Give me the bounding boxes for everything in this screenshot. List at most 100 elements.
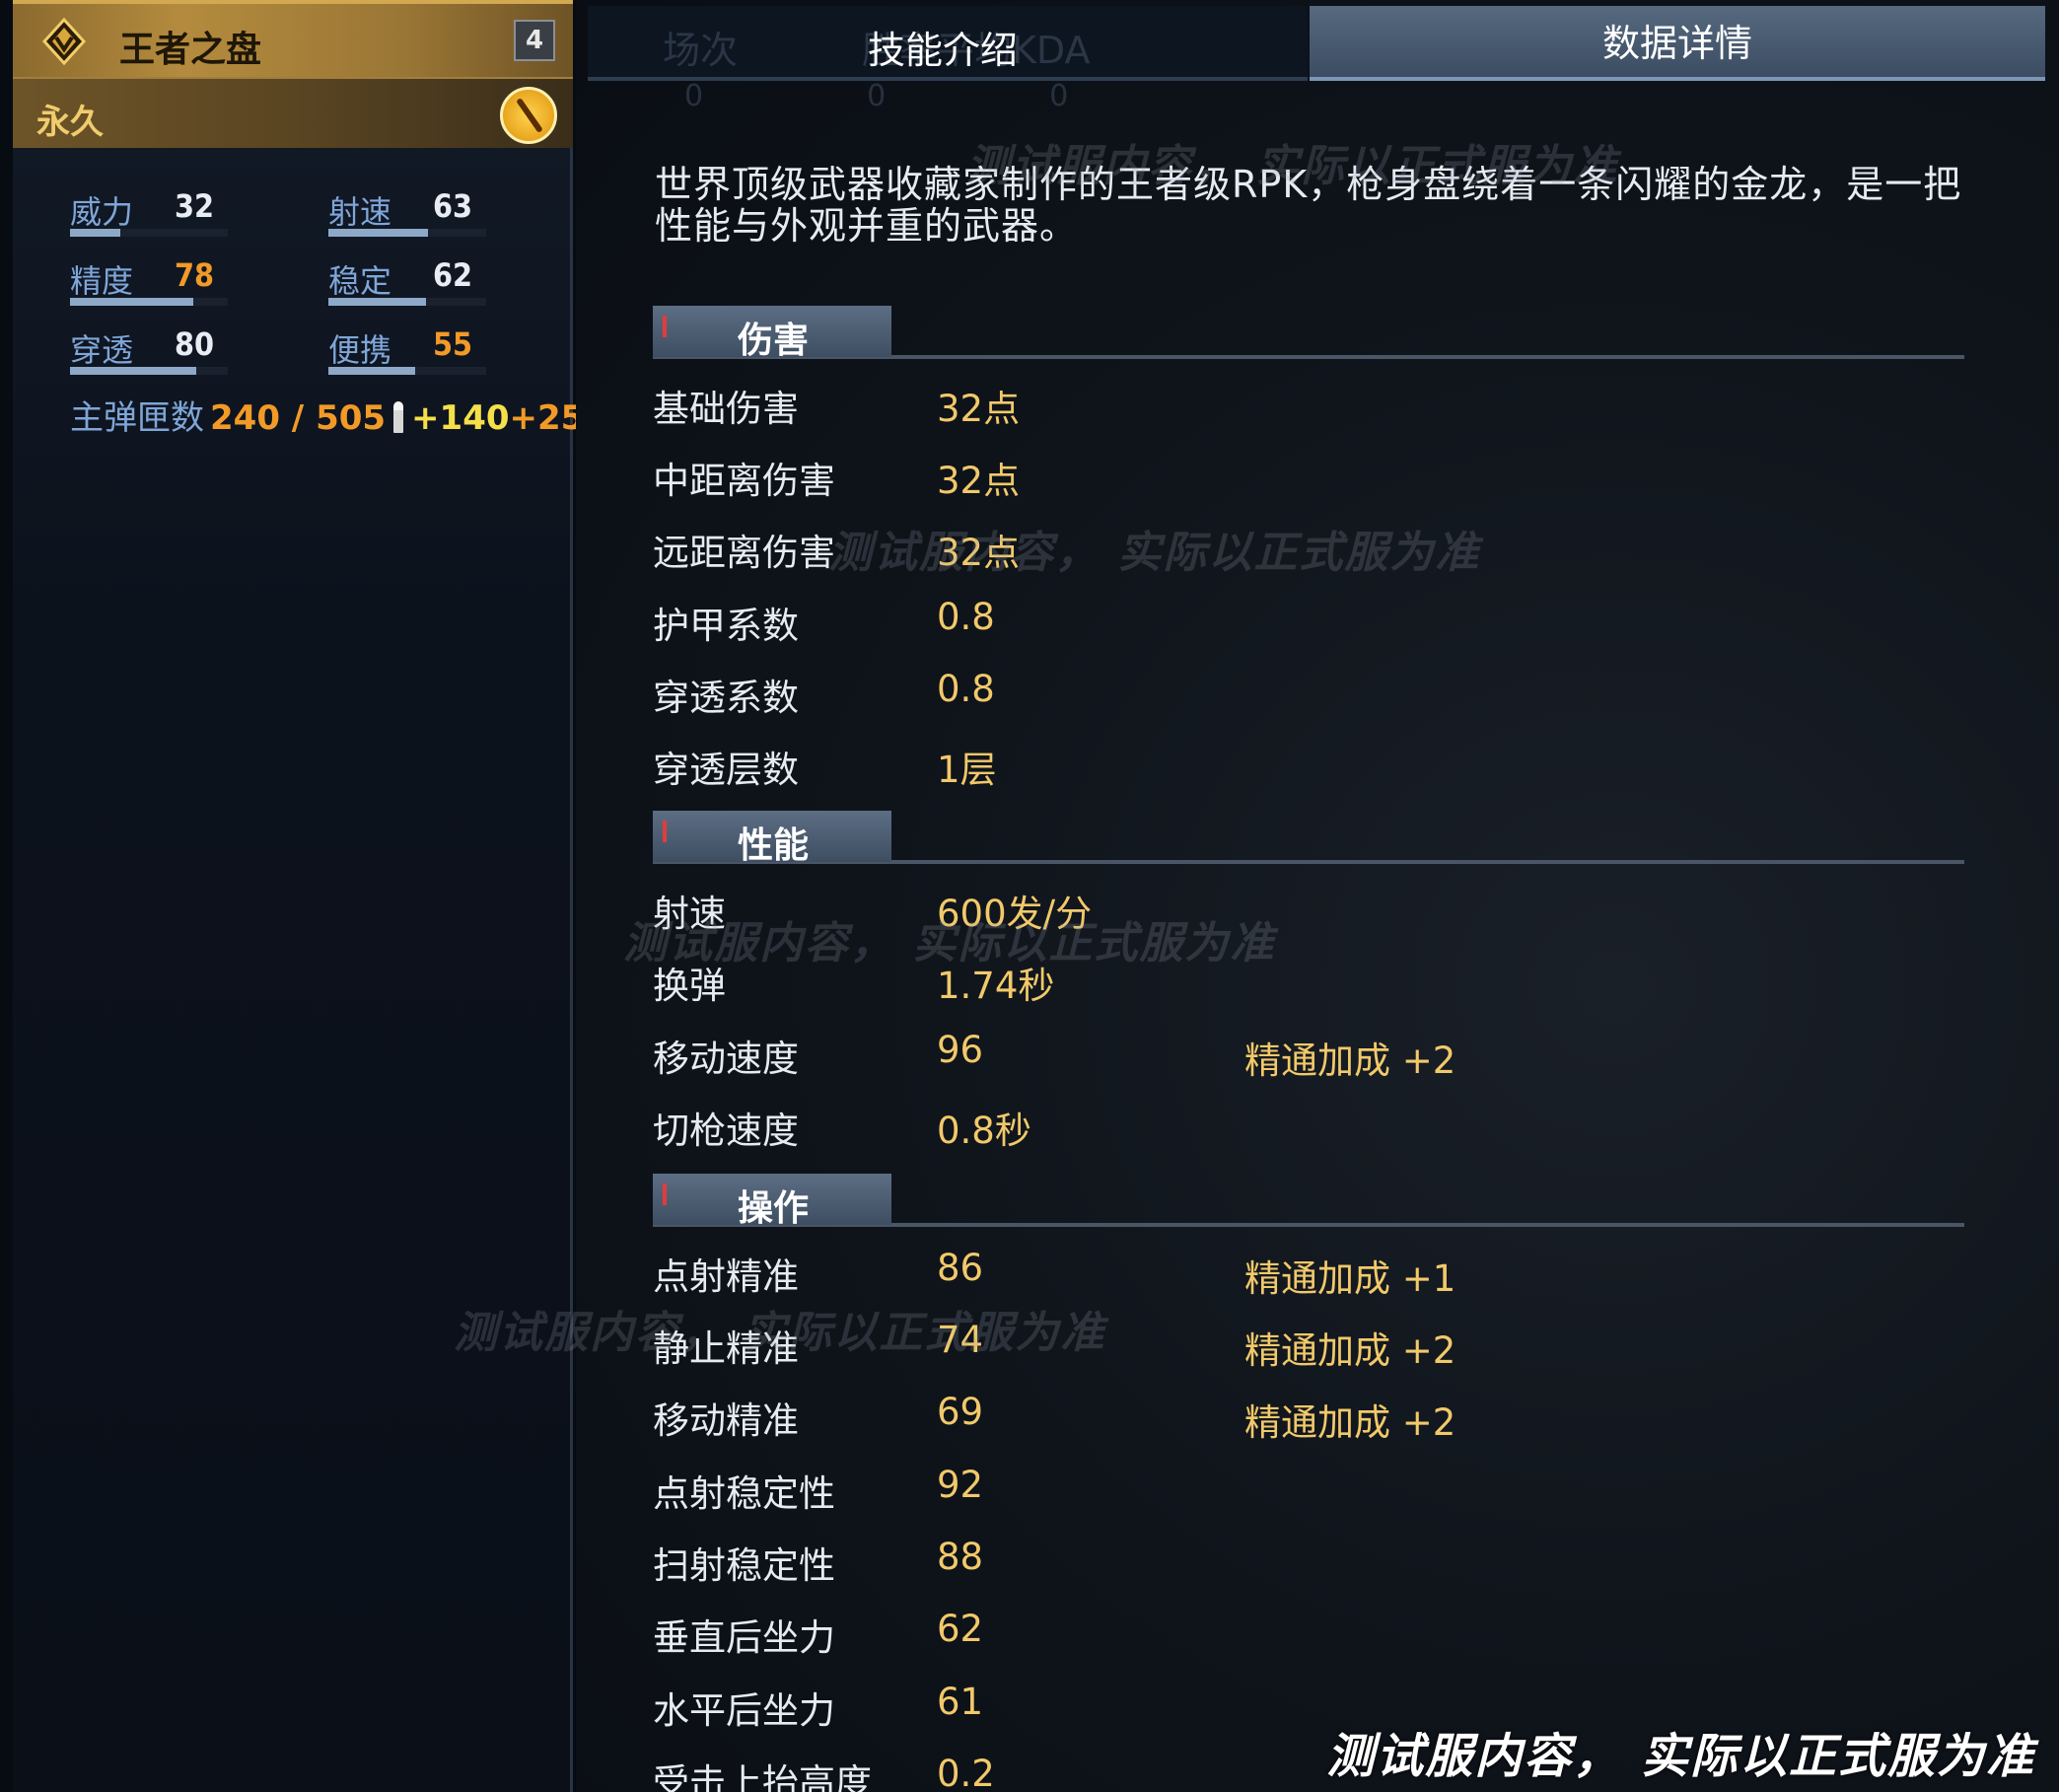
row-value: 86 <box>937 1247 984 1289</box>
section-accent <box>663 1183 667 1205</box>
section-accent <box>663 316 667 337</box>
ammo-label: 主弹匣数 <box>70 398 204 438</box>
row-value: 0.2 <box>937 1753 995 1792</box>
stat-bar <box>328 229 486 237</box>
stat-value: 32 <box>175 187 215 225</box>
row-label: 移动精准 <box>653 1399 799 1442</box>
tab-bar: 场次 胜率平均KDA 000 技能介绍 数据详情 <box>576 0 2059 113</box>
mastery-bonus: 精通加成 +1 <box>1244 1257 1456 1300</box>
stat-value: 80 <box>175 325 215 363</box>
row-label: 扫射稳定性 <box>653 1544 835 1587</box>
stat-label: 威力 <box>70 193 134 231</box>
stat-row: 护甲系数 0.8 <box>653 596 1540 647</box>
section-title: 性能 <box>738 825 810 866</box>
watermark-corner: 测试服内容， 实际以正式服为准 <box>1326 1729 2035 1784</box>
mastery-bonus: 精通加成 +2 <box>1244 1039 1456 1082</box>
stat-value: 78 <box>175 256 215 294</box>
stat-row: 切枪速度 0.8秒 <box>653 1101 1540 1152</box>
permanent-badge-icon[interactable] <box>500 87 557 144</box>
watermark: 测试服内容， 实际以正式服为准 <box>454 1308 1106 1358</box>
section-handling-header: 操作 <box>653 1174 1964 1229</box>
stat-row: 点射稳定性 92 <box>653 1464 1540 1515</box>
stat-label: 精度 <box>70 262 134 300</box>
stat-bar <box>70 298 228 306</box>
details-panel: 场次 胜率平均KDA 000 技能介绍 数据详情 世界顶级武器收藏家制作的王者级… <box>576 0 2059 1792</box>
tab-data-details[interactable]: 数据详情 <box>1310 6 2045 81</box>
row-label: 受击上抬高度 <box>653 1761 872 1792</box>
weapon-header: 王者之盘 4 <box>13 0 573 77</box>
row-label: 远距离伤害 <box>653 532 835 574</box>
row-label: 移动速度 <box>653 1038 799 1080</box>
row-value: 92 <box>937 1464 984 1506</box>
row-label: 中距离伤害 <box>653 460 835 502</box>
row-label: 护甲系数 <box>653 605 799 647</box>
stat-bar <box>70 367 228 375</box>
stat-row: 移动精准 69 精通加成 +2 <box>653 1391 1540 1444</box>
section-title: 操作 <box>738 1188 810 1229</box>
watermark: 测试服内容， 实际以正式服为准 <box>623 918 1276 968</box>
watermark: 测试服内容， 实际以正式服为准 <box>966 141 1619 191</box>
row-value: 0.8秒 <box>937 1110 1031 1152</box>
weapon-info-panel: 王者之盘 4 永久 威力 32 射速 63 精度 78 稳定 62 穿透 80 … <box>13 0 584 1792</box>
ammo-row: 主弹匣数 240 / 505 +140+25 <box>70 391 584 439</box>
stat-value: 63 <box>433 187 473 225</box>
row-value: 61 <box>937 1681 984 1723</box>
stat-bar <box>70 229 228 237</box>
mastery-bonus: 精通加成 +2 <box>1244 1329 1456 1372</box>
row-value: 32点 <box>937 460 1021 502</box>
row-label: 水平后坐力 <box>653 1689 835 1732</box>
ghost-zero: 0 <box>684 79 704 113</box>
stat-row: 垂直后坐力 62 <box>653 1608 1540 1659</box>
duration-bar: 永久 <box>13 77 573 148</box>
row-value: 0.8 <box>937 596 995 638</box>
stat-value: 55 <box>433 325 473 363</box>
ghost-zero: 0 <box>1049 79 1069 113</box>
weapon-name: 王者之盘 <box>119 30 262 70</box>
row-label: 点射稳定性 <box>653 1472 835 1515</box>
stat-row: 穿透层数 1层 <box>653 740 1540 791</box>
row-value: 62 <box>937 1608 984 1650</box>
bullet-icon <box>393 401 404 433</box>
stat-row: 移动速度 96 精通加成 +2 <box>653 1029 1540 1082</box>
app-root: 王者之盘 4 永久 威力 32 射速 63 精度 78 稳定 62 穿透 80 … <box>0 0 2059 1792</box>
stat-label: 稳定 <box>328 262 392 300</box>
row-label: 穿透层数 <box>653 749 799 791</box>
stat-label: 便携 <box>328 331 392 369</box>
ghost-zero: 0 <box>867 79 887 113</box>
row-label: 点射精准 <box>653 1255 799 1298</box>
stat-bar <box>328 298 486 306</box>
ammo-bonus-primary: +140 <box>411 398 510 438</box>
weapon-level-badge: 4 <box>514 20 555 61</box>
row-value: 1层 <box>937 749 997 791</box>
row-value: 69 <box>937 1391 984 1433</box>
duration-label: 永久 <box>36 103 104 142</box>
row-value: 32点 <box>937 388 1021 430</box>
row-label: 穿透系数 <box>653 677 799 719</box>
watermark: 测试服内容， 实际以正式服为准 <box>828 528 1481 578</box>
stat-row: 点射精准 86 精通加成 +1 <box>653 1247 1540 1300</box>
section-accent <box>663 821 667 842</box>
section-damage-header: 伤害 <box>653 306 1964 361</box>
row-label: 切枪速度 <box>653 1110 799 1152</box>
row-value: 88 <box>937 1536 984 1578</box>
section-title: 伤害 <box>738 321 810 361</box>
row-label: 基础伤害 <box>653 388 799 430</box>
row-value: 96 <box>937 1029 984 1071</box>
tab-skill-intro[interactable]: 技能介绍 <box>868 20 1018 74</box>
stat-label: 射速 <box>328 193 392 231</box>
crown-emblem-icon <box>41 17 87 66</box>
ghost-values: 0 0 0 <box>684 79 1068 113</box>
stat-bar <box>328 367 486 375</box>
mastery-bonus: 精通加成 +2 <box>1244 1401 1456 1444</box>
ammo-bonus-secondary: +25 <box>509 398 585 438</box>
tab-matches-ghost: 场次 <box>663 29 739 72</box>
stat-value: 62 <box>433 256 473 294</box>
stat-row: 扫射稳定性 88 <box>653 1536 1540 1587</box>
stat-row: 中距离伤害 32点 <box>653 451 1540 502</box>
row-label: 垂直后坐力 <box>653 1616 835 1659</box>
stat-row: 穿透系数 0.8 <box>653 668 1540 719</box>
stat-row: 基础伤害 32点 <box>653 379 1540 430</box>
stat-label: 穿透 <box>70 331 134 369</box>
section-performance-header: 性能 <box>653 811 1964 866</box>
ammo-count: 240 / 505 <box>210 398 387 438</box>
